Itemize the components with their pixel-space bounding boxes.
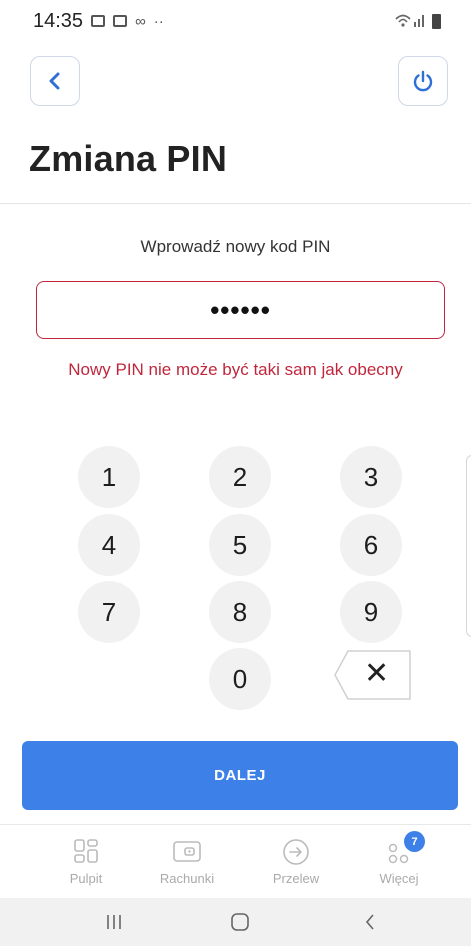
- status-bar: 14:35 ∞ ··: [0, 0, 471, 42]
- key-6[interactable]: 6: [340, 514, 402, 576]
- calendar-notification-icon: [113, 15, 128, 27]
- home-icon: [231, 913, 249, 931]
- system-nav-bar: [0, 898, 471, 946]
- key-4[interactable]: 4: [78, 514, 140, 576]
- key-7[interactable]: 7: [78, 581, 140, 643]
- chevron-left-icon: [49, 72, 60, 90]
- pin-label: Wprowadź nowy kod PIN: [140, 237, 331, 256]
- more-icon: 7: [384, 831, 425, 867]
- home-button[interactable]: [210, 898, 270, 946]
- key-3[interactable]: 3: [340, 446, 402, 508]
- recent-apps-button[interactable]: [84, 898, 144, 946]
- nav-item-wiecej[interactable]: 7 Więcej: [349, 825, 449, 899]
- system-back-button[interactable]: [340, 898, 400, 946]
- page-title: Zmiana PIN: [29, 138, 228, 179]
- transfer-arrow-icon: [281, 837, 311, 867]
- nav-label: Pulpit: [69, 871, 103, 886]
- key-0[interactable]: 0: [209, 648, 271, 710]
- recent-apps-icon: [107, 915, 121, 929]
- status-left: 14:35 ∞ ··: [33, 10, 164, 33]
- side-panel-handle[interactable]: [466, 455, 471, 637]
- back-button[interactable]: [30, 56, 80, 106]
- power-icon: [413, 70, 433, 92]
- nav-item-pulpit[interactable]: Pulpit: [36, 825, 136, 899]
- backspace-button[interactable]: ✕: [334, 650, 412, 700]
- nav-label: Więcej: [379, 871, 419, 886]
- wifi-signal-icon: [394, 12, 428, 31]
- pin-input[interactable]: ••••••: [36, 281, 445, 339]
- close-icon: ✕: [364, 657, 390, 690]
- key-5[interactable]: 5: [209, 514, 271, 576]
- nav-label: Przelew: [272, 871, 320, 886]
- logout-button[interactable]: [398, 56, 448, 106]
- key-8[interactable]: 8: [209, 581, 271, 643]
- gallery-notification-icon: [91, 15, 106, 27]
- more-notifications-icon: ··: [153, 12, 164, 30]
- dashboard-icon: [72, 837, 100, 867]
- pin-error-message: Nowy PIN nie może być taki sam jak obecn…: [68, 360, 403, 379]
- chevron-left-icon: [365, 914, 374, 930]
- nav-item-rachunki[interactable]: Rachunki: [137, 825, 237, 899]
- key-2[interactable]: 2: [209, 446, 271, 508]
- link-notification-icon: ∞: [135, 12, 146, 30]
- key-1[interactable]: 1: [78, 446, 140, 508]
- notification-badge: 7: [404, 831, 425, 852]
- nav-label: Rachunki: [159, 871, 215, 886]
- nav-item-przelew[interactable]: Przelew: [246, 825, 346, 899]
- wallet-icon: [171, 837, 203, 867]
- bottom-nav: Pulpit Rachunki Przelew 7 Więcej: [0, 824, 471, 899]
- battery-icon: [432, 13, 441, 29]
- key-9[interactable]: 9: [340, 581, 402, 643]
- header-divider: [0, 203, 471, 204]
- status-right: [394, 12, 441, 31]
- next-button[interactable]: DALEJ: [22, 741, 458, 810]
- status-time: 14:35: [33, 9, 84, 32]
